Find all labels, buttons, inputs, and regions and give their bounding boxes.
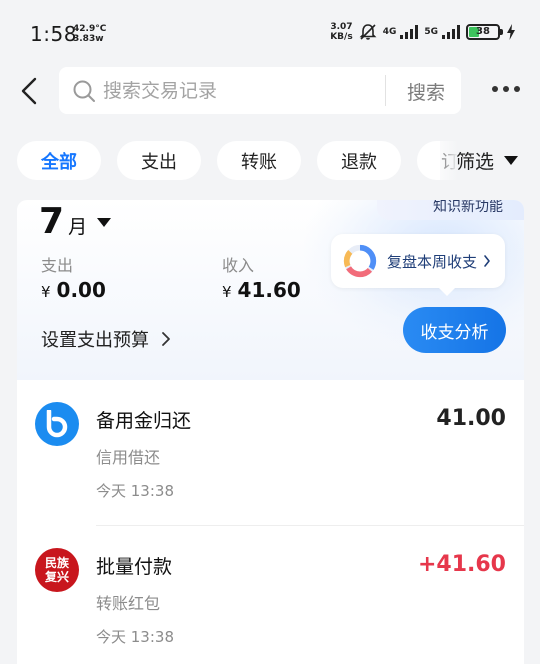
chevron-right-icon	[484, 255, 490, 267]
weekly-review-label: 复盘本周收支	[387, 252, 478, 271]
caret-down-icon	[97, 217, 112, 227]
signal-4g-icon	[400, 25, 419, 39]
expense-value: ¥0.00	[41, 278, 106, 302]
filter-button[interactable]: 筛选	[440, 138, 540, 182]
filter-label: 筛选	[456, 150, 495, 173]
network-4g-label: 4G	[382, 27, 397, 37]
search-bar[interactable]: 搜索	[59, 67, 461, 114]
status-time: 1:58	[30, 22, 77, 46]
weekly-review-link[interactable]: 复盘本周收支	[331, 234, 505, 296]
chevron-left-icon	[21, 77, 37, 105]
transaction-amount: 41.00	[436, 406, 506, 431]
network-speed: 3.07 KB/s	[330, 22, 353, 42]
ring-chart-icon	[343, 244, 377, 278]
month-selector[interactable]: 7 月	[39, 200, 112, 244]
transaction-category: 转账红包	[96, 594, 161, 613]
income-value: ¥41.60	[222, 278, 301, 302]
network-5g-label: 5G	[424, 27, 438, 37]
transaction-time: 今天 13:38	[96, 628, 174, 646]
search-divider	[385, 75, 386, 106]
battery-icon: 38	[466, 24, 503, 40]
charging-bolt-icon	[507, 24, 515, 40]
more-options-icon[interactable]	[492, 86, 520, 92]
search-icon	[71, 78, 97, 104]
tab-refund[interactable]: 退款	[317, 141, 401, 180]
search-button[interactable]: 搜索	[407, 78, 445, 105]
status-icons: 3.07 KB/s 4G 5G 38	[330, 22, 516, 42]
transaction-title: 批量付款	[96, 556, 173, 578]
status-bar: 1:58 42.9°C 3.83w 3.07 KB/s 4G 5G 38	[0, 0, 540, 66]
income-label: 收入	[222, 256, 255, 275]
transaction-list: 备用金归还 信用借还 今天 13:38 41.00 民族 复兴 批量付款 转账红…	[17, 380, 524, 664]
new-feature-banner[interactable]: 知识新功能	[377, 200, 524, 220]
transaction-time: 今天 13:38	[96, 482, 174, 500]
tab-all[interactable]: 全部	[17, 141, 101, 180]
transaction-row[interactable]: 备用金归还 信用借还 今天 13:38 41.00	[17, 380, 524, 526]
filter-tabs: 全部 支出 转账 退款 订单	[17, 141, 501, 180]
brand-seal-icon: 民族 复兴	[35, 548, 79, 592]
signal-5g-icon	[442, 25, 460, 39]
search-input[interactable]	[103, 79, 373, 102]
month-unit: 月	[68, 216, 88, 238]
transaction-title: 备用金归还	[96, 410, 192, 432]
expense-label: 支出	[41, 256, 74, 275]
status-temperature: 42.9°C 3.83w	[73, 24, 107, 44]
b-logo-icon	[35, 402, 79, 446]
monthly-summary-card: 知识新功能 7 月 支出 ¥0.00 收入 ¥41.60 设置支出预算 复盘本周…	[17, 200, 524, 380]
bell-muted-icon	[359, 24, 377, 40]
transaction-row[interactable]: 民族 复兴 批量付款 转账红包 今天 13:38 +41.60	[17, 526, 524, 664]
income-expense-analysis-button[interactable]: 收支分析	[403, 307, 506, 353]
chevron-right-icon	[162, 332, 170, 346]
caret-down-icon	[504, 155, 519, 165]
tab-expense[interactable]: 支出	[117, 141, 201, 180]
back-button[interactable]	[14, 74, 44, 108]
set-budget-link[interactable]: 设置支出预算	[41, 326, 171, 352]
month-number: 7	[39, 201, 65, 242]
tab-transfer[interactable]: 转账	[217, 141, 301, 180]
transaction-category: 信用借还	[96, 448, 161, 467]
transaction-amount: +41.60	[417, 552, 506, 577]
